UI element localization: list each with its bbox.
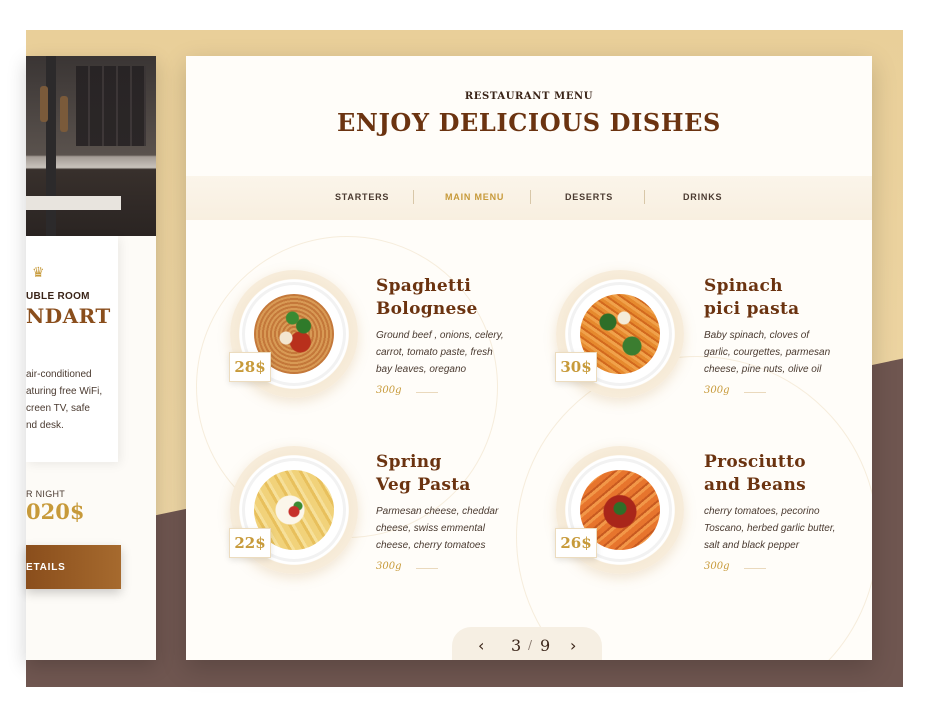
tab-drinks[interactable]: DRINKS [683, 192, 722, 202]
dish-description-line: cheese, cherry tomatoes [376, 540, 486, 551]
details-button[interactable]: ETAILS [26, 545, 121, 589]
room-name: NDART [26, 304, 111, 328]
weight-divider [744, 568, 766, 569]
room-description-line: creen TV, safe [26, 403, 90, 414]
tab-divider [530, 190, 531, 204]
menu-eyebrow: RESTAURANT MENU [464, 91, 594, 102]
dish-title[interactable]: Spaghetti Bolognese [376, 275, 546, 321]
menu-tabs-bar [186, 176, 872, 220]
dish-title-line: Prosciutto [704, 452, 806, 472]
dish-description: Parmesan cheese, cheddar cheese, swiss e… [376, 503, 526, 554]
dish-price-badge: 22$ [229, 528, 271, 558]
menu-headline: ENJOY DELICIOUS DISHES [337, 108, 721, 137]
dish-weight: 300g [376, 561, 402, 572]
dish-description-line: cheese, pine nuts, olive oil [704, 364, 822, 375]
chevron-left-icon[interactable]: ‹ [478, 636, 484, 655]
room-description-line: nd desk. [26, 420, 64, 431]
kitchen-counter [26, 196, 121, 210]
room-price: 020$ [26, 499, 85, 524]
room-description: air-conditioned aturing free WiFi, creen… [26, 366, 136, 434]
dish-description-line: Baby spinach, cloves of [704, 330, 810, 341]
tab-main-menu[interactable]: MAIN MENU [445, 192, 504, 202]
dish-description-line: cheese, swiss emmental [376, 523, 485, 534]
kitchen-cabinet [76, 66, 146, 146]
dish-title-line: Bolognese [376, 299, 478, 319]
dish-price-badge: 30$ [555, 352, 597, 382]
chevron-right-icon[interactable]: › [570, 636, 576, 655]
pager-current-page: 3 [511, 636, 522, 655]
dish-title-line: Spinach [704, 276, 783, 296]
dish-price-badge: 28$ [229, 352, 271, 382]
room-type-label: UBLE ROOM [26, 291, 90, 302]
dish-description-line: salt and black pepper [704, 540, 800, 551]
dish-description-line: cherry tomatoes, pecorino [704, 506, 820, 517]
dish-title[interactable]: Prosciutto and Beans [704, 451, 872, 497]
pagination [452, 627, 602, 660]
dish-title-line: Spaghetti [376, 276, 472, 296]
dish-title-line: pici pasta [704, 299, 800, 319]
weight-divider [416, 392, 438, 393]
dish-description-line: Ground beef , onions, celery, [376, 330, 504, 341]
pendant-lamp [60, 96, 68, 132]
dish-description-line: garlic, courgettes, parmesan [704, 347, 831, 358]
pager-separator: / [528, 638, 533, 652]
dish-weight: 300g [376, 385, 402, 396]
kitchen-photo [26, 56, 156, 236]
details-button-label: ETAILS [26, 561, 66, 573]
tab-starters[interactable]: STARTERS [335, 192, 389, 202]
dish-title-line: Spring [376, 452, 442, 472]
pager-total-pages: 9 [540, 636, 551, 655]
dish-weight: 300g [704, 385, 730, 396]
room-description-line: air-conditioned [26, 369, 92, 380]
dish-title-line: and Beans [704, 475, 807, 495]
dish-description-line: bay leaves, oregano [376, 364, 467, 375]
dish-description: Ground beef , onions, celery, carrot, to… [376, 327, 526, 378]
dish-description-line: Toscano, herbed garlic butter, [704, 523, 836, 534]
dish-description: cherry tomatoes, pecorino Toscano, herbe… [704, 503, 854, 554]
dish-description-line: carrot, tomato paste, fresh [376, 347, 493, 358]
per-night-label: R NIGHT [26, 489, 66, 499]
dish-weight: 300g [704, 561, 730, 572]
pendant-lamp [40, 86, 48, 122]
tab-divider [413, 190, 414, 204]
dish-description-line: Parmesan cheese, cheddar [376, 506, 499, 517]
room-description-line: aturing free WiFi, [26, 386, 103, 397]
tab-divider [644, 190, 645, 204]
dish-title-line: Veg Pasta [376, 475, 471, 495]
menu-card: RESTAURANT MENU ENJOY DELICIOUS DISHES S… [186, 56, 872, 660]
tab-deserts[interactable]: DESERTS [565, 192, 613, 202]
dish-description: Baby spinach, cloves of garlic, courgett… [704, 327, 854, 378]
weight-divider [744, 392, 766, 393]
dish-price-badge: 26$ [555, 528, 597, 558]
dish-title[interactable]: Spinach pici pasta [704, 275, 872, 321]
dish-title[interactable]: Spring Veg Pasta [376, 451, 546, 497]
weight-divider [416, 568, 438, 569]
crown-icon: ♛ [32, 265, 45, 281]
